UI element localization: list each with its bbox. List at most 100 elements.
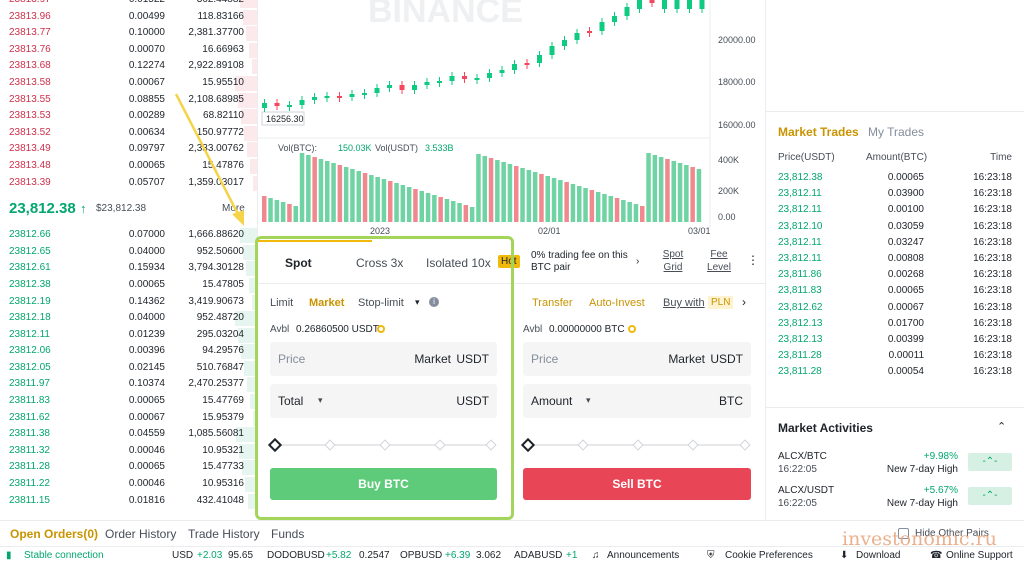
buy-percent-slider[interactable]: [267, 437, 497, 453]
buy-total-field[interactable]: Total ▾ USDT: [270, 384, 497, 418]
trade-row: 23,811.28 0.00011 16:23:18: [778, 348, 1012, 364]
sell-btc-button[interactable]: Sell BTC: [523, 468, 751, 500]
bid-row[interactable]: 23811.38 0.04559 1,085.56081: [0, 426, 257, 443]
collapse-icon[interactable]: ⌃: [997, 420, 1006, 433]
trade-price: 23,812.11: [778, 253, 822, 264]
bid-row[interactable]: 23812.38 0.00065 15.47805: [0, 277, 257, 294]
trade-time: 16:23:18: [973, 253, 1012, 264]
spot-grid-link[interactable]: Spot Grid: [660, 248, 686, 274]
slider-step[interactable]: [485, 439, 497, 451]
sell-amount-label[interactable]: Amount: [531, 394, 572, 408]
trade-price: 23,811.28: [778, 366, 822, 378]
tab-cross[interactable]: Cross 3x: [356, 256, 403, 270]
bid-row[interactable]: 23812.19 0.14362 3,419.90673: [0, 294, 257, 311]
trend-up-icon[interactable]: -⌃-: [968, 453, 1012, 471]
more-vertical-icon[interactable]: ⋮: [747, 253, 759, 267]
slider-step[interactable]: [632, 439, 644, 451]
chevron-right-icon[interactable]: ›: [636, 256, 639, 267]
bid-row[interactable]: 23812.06 0.00396 94.29576: [0, 343, 257, 360]
activity-pair[interactable]: ALCX/USDT: [778, 485, 834, 496]
chevron-right-icon[interactable]: ›: [742, 295, 746, 309]
slider-step[interactable]: [577, 439, 589, 451]
buy-price-field[interactable]: Price Market USDT: [270, 342, 497, 376]
ticker-symbol[interactable]: DODOBUSD: [267, 550, 325, 561]
bid-row[interactable]: 23812.65 0.04000 952.50600: [0, 244, 257, 261]
ask-row[interactable]: 23813.77 0.10000 2,381.37700: [0, 25, 257, 42]
slider-step[interactable]: [687, 439, 699, 451]
bid-row[interactable]: 23812.18 0.04000 952.48720: [0, 310, 257, 327]
bid-row[interactable]: 23812.61 0.15934 3,794.30128: [0, 260, 257, 277]
trade-time: 16:23:18: [973, 188, 1012, 200]
tab-my-trades[interactable]: My Trades: [868, 125, 924, 139]
slider-handle[interactable]: [267, 437, 283, 453]
tab-order-history[interactable]: Order History: [105, 527, 176, 541]
tab-funds[interactable]: Funds: [271, 527, 304, 541]
tab-trade-history[interactable]: Trade History: [188, 527, 260, 541]
bid-row[interactable]: 23811.28 0.00065 15.47733: [0, 459, 257, 476]
cookie-preferences-link[interactable]: Cookie Preferences: [725, 550, 813, 561]
trade-row: 23,811.28 0.00054 16:23:18: [778, 364, 1012, 380]
bid-row[interactable]: 23811.15 0.01816 432.41048: [0, 493, 257, 510]
sell-amount-field[interactable]: Amount ▾ BTC: [523, 384, 751, 418]
sell-avbl-label: Avbl: [523, 324, 543, 335]
download-link[interactable]: Download: [856, 550, 900, 561]
caret-down-icon[interactable]: ▾: [586, 395, 591, 406]
transfer-link[interactable]: Transfer: [532, 297, 573, 309]
ask-price: 23813.77: [9, 27, 51, 39]
slider-handle[interactable]: [520, 437, 536, 453]
bid-row[interactable]: 23811.97 0.10374 2,470.25377: [0, 376, 257, 393]
announcements-link[interactable]: Announcements: [607, 550, 679, 561]
bid-row[interactable]: 23811.32 0.00046 10.95321: [0, 443, 257, 460]
add-funds-icon[interactable]: [628, 325, 636, 333]
bid-price: 23811.22: [9, 478, 50, 490]
volume-bar: [343, 167, 349, 222]
add-funds-icon[interactable]: [377, 325, 385, 333]
auto-invest-link[interactable]: Auto-Invest: [589, 297, 645, 309]
ask-row[interactable]: 23813.97 0.01522 362.44882: [0, 0, 257, 9]
order-type-limit[interactable]: Limit: [270, 297, 293, 309]
candlestick-chart[interactable]: BINANCE 20000.00 18000.00 16000.00 16256…: [258, 0, 765, 240]
candle: [387, 85, 392, 88]
order-type-market[interactable]: Market: [309, 297, 344, 309]
sell-percent-slider[interactable]: [520, 437, 751, 453]
tab-spot[interactable]: [258, 240, 372, 284]
bid-row[interactable]: 23811.62 0.00067 15.95379: [0, 410, 257, 427]
volume-bar: [444, 199, 450, 222]
caret-down-icon[interactable]: ▾: [318, 395, 323, 406]
tab-market-trades[interactable]: Market Trades: [778, 125, 859, 139]
bid-row[interactable]: 23812.11 0.01239 295.03204: [0, 327, 257, 344]
volume-bar: [381, 179, 387, 222]
promo-text[interactable]: 0% trading fee on this BTC pair: [531, 250, 631, 274]
trade-time: 16:23:18: [973, 301, 1012, 313]
slider-step[interactable]: [434, 439, 446, 451]
slider-step[interactable]: [379, 439, 391, 451]
tab-spot-label[interactable]: Spot: [285, 256, 312, 270]
depth-bar: [252, 59, 257, 75]
order-type-stop-limit[interactable]: Stop-limit: [358, 297, 404, 309]
fee-level-link[interactable]: Fee Level: [706, 248, 732, 274]
slider-step[interactable]: [739, 439, 751, 451]
ticker-symbol[interactable]: USD: [172, 550, 193, 561]
activity-pair[interactable]: ALCX/BTC: [778, 451, 827, 462]
ticker-symbol[interactable]: ADABUSD: [514, 550, 562, 561]
online-support-link[interactable]: Online Support: [946, 550, 1013, 561]
ask-row[interactable]: 23813.96 0.00499 118.83166: [0, 9, 257, 26]
tab-open-orders[interactable]: Open Orders(0): [10, 527, 98, 541]
bid-row[interactable]: 23812.05 0.02145 510.76847: [0, 360, 257, 377]
caret-down-icon[interactable]: ▾: [415, 297, 420, 308]
buy-with-link[interactable]: Buy with: [663, 297, 705, 309]
bid-row[interactable]: 23811.22 0.00046 10.95316: [0, 476, 257, 493]
activity-time: 16:22:05: [778, 464, 817, 475]
ask-row[interactable]: 23813.68 0.12274 2,922.89108: [0, 58, 257, 75]
price-chart[interactable]: BINANCE 20000.00 18000.00 16000.00 16256…: [258, 0, 765, 240]
buy-total-label[interactable]: Total: [278, 394, 303, 408]
ticker-symbol[interactable]: OPBUSD: [400, 550, 442, 561]
buy-btc-button[interactable]: Buy BTC: [270, 468, 497, 500]
info-icon[interactable]: i: [429, 297, 439, 307]
trend-up-icon[interactable]: -⌃-: [968, 487, 1012, 505]
slider-step[interactable]: [324, 439, 336, 451]
ask-row[interactable]: 23813.76 0.00070 16.66963: [0, 42, 257, 59]
tab-isolated[interactable]: Isolated 10x: [426, 256, 491, 270]
sell-price-field[interactable]: Price Market USDT: [523, 342, 751, 376]
bid-row[interactable]: 23811.83 0.00065 15.47769: [0, 393, 257, 410]
